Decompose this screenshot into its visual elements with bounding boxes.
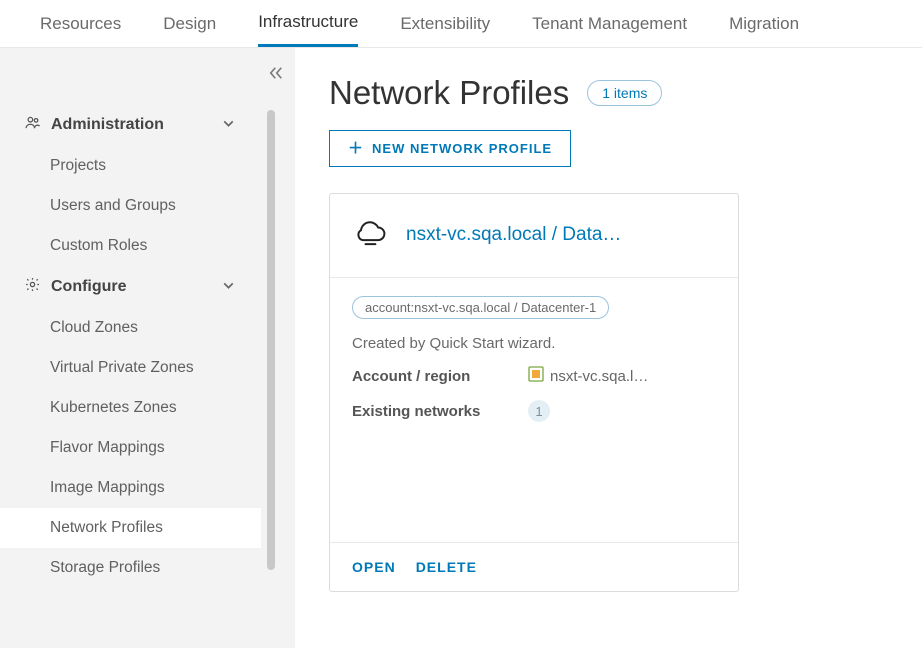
existing-networks-count: 1: [528, 400, 550, 422]
tab-infrastructure[interactable]: Infrastructure: [258, 12, 358, 47]
sidebar: Administration Projects Users and Groups…: [0, 48, 295, 648]
card-description: Created by Quick Start wizard.: [352, 335, 716, 352]
main-content: Network Profiles 1 items ＋ NEW NETWORK P…: [295, 48, 922, 648]
gear-icon: [24, 276, 41, 298]
page-title: Network Profiles: [329, 74, 569, 112]
account-region-label: Account / region: [352, 368, 528, 385]
sidebar-section-configure[interactable]: Configure: [0, 266, 261, 308]
account-tag: account:nsxt-vc.sqa.local / Datacenter-1: [352, 296, 609, 319]
delete-button[interactable]: DELETE: [416, 559, 477, 575]
tab-design[interactable]: Design: [163, 14, 216, 46]
account-region-value: nsxt-vc.sqa.l…: [550, 368, 648, 385]
sidebar-item-network-profiles[interactable]: Network Profiles: [0, 508, 261, 548]
chevron-down-icon: [220, 115, 237, 135]
plus-icon: ＋: [348, 141, 364, 156]
sidebar-scrollbar[interactable]: [267, 110, 275, 570]
sidebar-item-custom-roles[interactable]: Custom Roles: [0, 226, 261, 266]
card-title[interactable]: nsxt-vc.sqa.local / Data…: [406, 224, 621, 246]
sidebar-item-users-and-groups[interactable]: Users and Groups: [0, 186, 261, 226]
items-count-badge: 1 items: [587, 80, 662, 106]
sidebar-item-virtual-private-zones[interactable]: Virtual Private Zones: [0, 348, 261, 388]
sidebar-section-administration[interactable]: Administration: [0, 104, 261, 146]
existing-networks-label: Existing networks: [352, 403, 528, 420]
sidebar-item-cloud-zones[interactable]: Cloud Zones: [0, 308, 261, 348]
sidebar-item-projects[interactable]: Projects: [0, 146, 261, 186]
open-button[interactable]: OPEN: [352, 559, 396, 575]
tab-resources[interactable]: Resources: [40, 14, 121, 46]
sidebar-item-flavor-mappings[interactable]: Flavor Mappings: [0, 428, 261, 468]
tab-extensibility[interactable]: Extensibility: [400, 14, 490, 46]
sidebar-item-image-mappings[interactable]: Image Mappings: [0, 468, 261, 508]
sidebar-item-storage-profiles[interactable]: Storage Profiles: [0, 548, 261, 588]
sidebar-collapse-button[interactable]: [267, 64, 285, 87]
sidebar-item-kubernetes-zones[interactable]: Kubernetes Zones: [0, 388, 261, 428]
tab-tenant-management[interactable]: Tenant Management: [532, 14, 687, 46]
users-icon: [24, 114, 41, 136]
tab-migration[interactable]: Migration: [729, 14, 799, 46]
network-profile-card: nsxt-vc.sqa.local / Data… account:nsxt-v…: [329, 193, 739, 592]
sidebar-section-label: Configure: [51, 278, 127, 296]
new-network-profile-label: NEW NETWORK PROFILE: [372, 141, 552, 156]
top-tabs: Resources Design Infrastructure Extensib…: [0, 0, 922, 48]
chevron-down-icon: [220, 277, 237, 297]
new-network-profile-button[interactable]: ＋ NEW NETWORK PROFILE: [329, 130, 571, 167]
cloud-icon: [352, 216, 388, 253]
vcenter-icon: [528, 366, 544, 386]
sidebar-section-label: Administration: [51, 116, 164, 134]
